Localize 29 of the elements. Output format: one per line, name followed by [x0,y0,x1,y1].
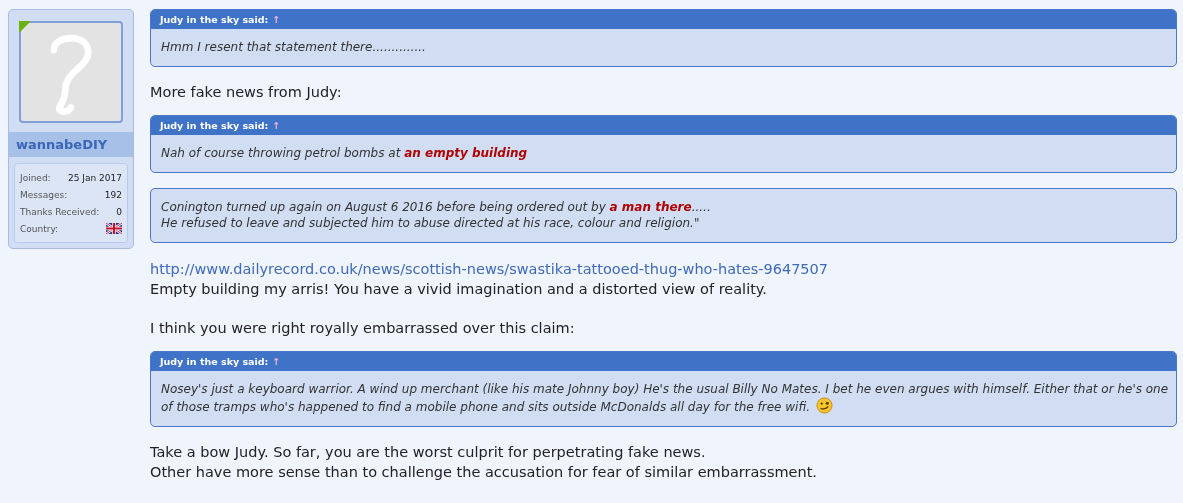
username[interactable]: wannabeDIY [9,132,133,157]
stat-value: 0 [116,206,122,217]
stat-label: Country: [20,223,59,234]
stat-label: Thanks Received: [20,206,100,217]
post-text: Take a bow Judy. So far, you are the worst culprit for perpetrating fake news. [150,443,707,462]
post-text: Empty building my arris! You have a vivid imagination and a distorted view of reality. [150,280,768,299]
smiley-icon [815,397,833,414]
quote-text: Nah of course throwing petrol bombs at an empty building [161,146,528,160]
quote-text: of those tramps who's happened to find a mobile phone and sits outside McDonalds all day for the free wifi. [161,400,810,414]
post-text: More fake news from Judy: [150,83,343,102]
jump-link[interactable]: ↑ [272,356,281,367]
quote-text: He refused to leave and subjected him to abuse directed at his race, colour and religion." [161,216,700,230]
jump-link[interactable]: ↑ [272,14,281,25]
stat-label: Joined: [20,172,51,183]
stat-value: 192 [104,189,122,200]
article-link[interactable]: http://www.dailyrecord.co.uk/news/scottish-news/swastika-tattooed-thug-who-hates-9647507 [150,259,1177,279]
post-text: Other have more sense than to challenge the accusation for fear of similar embarrassment. [150,463,818,482]
quote-text: Hmm I resent that statement there.............. [161,40,426,54]
quote-text: Conington turned up again on August 6 2016 before being ordered out by a man there..... [161,200,711,214]
stat-value: 25 Jan 2017 [68,172,122,183]
stat-label: Messages: [20,189,68,200]
jump-link[interactable]: ↑ [272,120,281,131]
avatar-placeholder[interactable] [19,21,123,123]
flag-icon [106,223,122,234]
quote-author: Judy in the sky said: [160,356,269,367]
quote-author: Judy in the sky said: [160,120,269,131]
post-text: I think you were right royally embarrassed over this claim: [150,319,576,338]
quote-author: Judy in the sky said: [160,14,269,25]
quote-text: Nosey's just a keyboard warrior. A wind up merchant (like his mate Johnny boy) He's the usual Billy No Mates. I bet he even argues with himself. Either that or he's one [161,382,1169,396]
